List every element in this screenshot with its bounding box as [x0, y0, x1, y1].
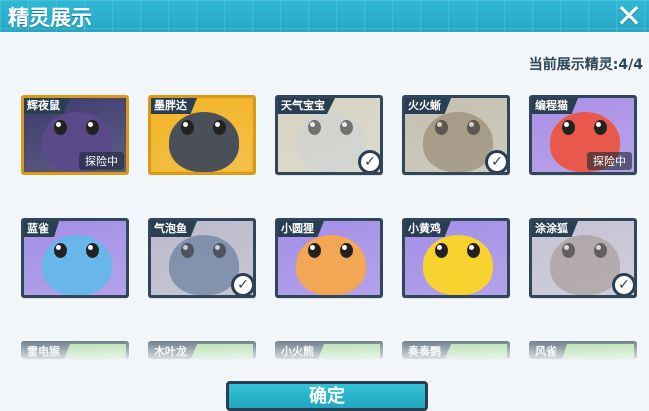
- dialog-header: 精灵展示 ✕: [0, 0, 649, 32]
- sprite-card[interactable]: 火火蜥 ✓: [402, 95, 510, 175]
- sprite-card[interactable]: 奏奏鹦: [402, 341, 510, 359]
- sprite-eye: [181, 120, 194, 135]
- sprite-eye: [562, 120, 575, 135]
- sprite-eye: [308, 243, 321, 258]
- confirm-button[interactable]: 确定: [226, 381, 428, 411]
- sprite-eye: [54, 243, 67, 258]
- sprite-card[interactable]: 小黄鸡: [402, 218, 510, 298]
- sprite-name: 雷电猴: [24, 344, 70, 359]
- dialog-title: 精灵展示: [8, 6, 92, 30]
- check-circle-icon: ✓: [485, 150, 507, 172]
- sprite-portrait: [169, 235, 239, 295]
- sprite-eye: [340, 243, 353, 258]
- sprite-name: 小黄鸡: [405, 221, 451, 237]
- sprite-portrait: [550, 235, 620, 295]
- sprite-card[interactable]: 编程猫探险中: [529, 95, 637, 175]
- sprite-portrait: [423, 112, 493, 172]
- sprite-name: 天气宝宝: [278, 98, 335, 114]
- sprite-card[interactable]: 雷电猴: [21, 341, 129, 359]
- sprite-eye: [308, 120, 321, 135]
- sprite-card[interactable]: 小火熊: [275, 341, 383, 359]
- sprite-card[interactable]: 气泡鱼 ✓: [148, 218, 256, 298]
- sprite-card[interactable]: 墨胖达: [148, 95, 256, 175]
- check-circle-icon: ✓: [612, 273, 634, 295]
- check-circle-icon: ✓: [231, 273, 253, 295]
- sprite-status-badge: 探险中: [79, 152, 124, 170]
- sprite-eye: [435, 243, 448, 258]
- sprite-name: 辉夜鼠: [24, 98, 70, 114]
- sprite-card[interactable]: 风雀: [529, 341, 637, 359]
- close-icon[interactable]: ✕: [611, 0, 647, 32]
- sprite-portrait: [296, 235, 366, 295]
- sprite-card[interactable]: 涂涂狐 ✓: [529, 218, 637, 298]
- sprite-status-badge: 探险中: [587, 152, 632, 170]
- sprite-eye: [594, 243, 607, 258]
- sprite-eye: [594, 120, 607, 135]
- sprite-portrait: [42, 235, 112, 295]
- sprite-card[interactable]: 天气宝宝 ✓: [275, 95, 383, 175]
- sprite-eye: [562, 243, 575, 258]
- sprite-name: 蓝雀: [24, 221, 59, 237]
- sprite-eye: [181, 243, 194, 258]
- sprite-card[interactable]: 小圆狸: [275, 218, 383, 298]
- sprite-eye: [86, 243, 99, 258]
- sprite-name: 火火蜥: [405, 98, 451, 114]
- sprite-name: 墨胖达: [151, 98, 197, 114]
- sprite-card[interactable]: 蓝雀: [21, 218, 129, 298]
- sprite-name: 气泡鱼: [151, 221, 197, 237]
- sprite-eye: [467, 120, 480, 135]
- sprite-card[interactable]: 木叶龙: [148, 341, 256, 359]
- sprite-name: 小火熊: [278, 344, 324, 359]
- sprite-eye: [86, 120, 99, 135]
- check-circle-icon: ✓: [358, 150, 380, 172]
- sprite-card[interactable]: 辉夜鼠探险中: [21, 95, 129, 175]
- display-count: 当前展示精灵:4/4: [528, 57, 643, 73]
- sprite-name: 小圆狸: [278, 221, 324, 237]
- sprite-eye: [213, 243, 226, 258]
- sprite-name: 奏奏鹦: [405, 344, 451, 359]
- sprite-eye: [213, 120, 226, 135]
- sprite-eye: [467, 243, 480, 258]
- sprite-name: 编程猫: [532, 98, 578, 114]
- sprite-portrait: [296, 112, 366, 172]
- sprite-eye: [435, 120, 448, 135]
- sprite-eye: [340, 120, 353, 135]
- sprite-portrait: [423, 235, 493, 295]
- sprite-eye: [54, 120, 67, 135]
- sprite-name: 木叶龙: [151, 344, 197, 359]
- sprite-name: 涂涂狐: [532, 221, 578, 237]
- sprite-portrait: [169, 112, 239, 172]
- sprite-name: 风雀: [532, 344, 567, 359]
